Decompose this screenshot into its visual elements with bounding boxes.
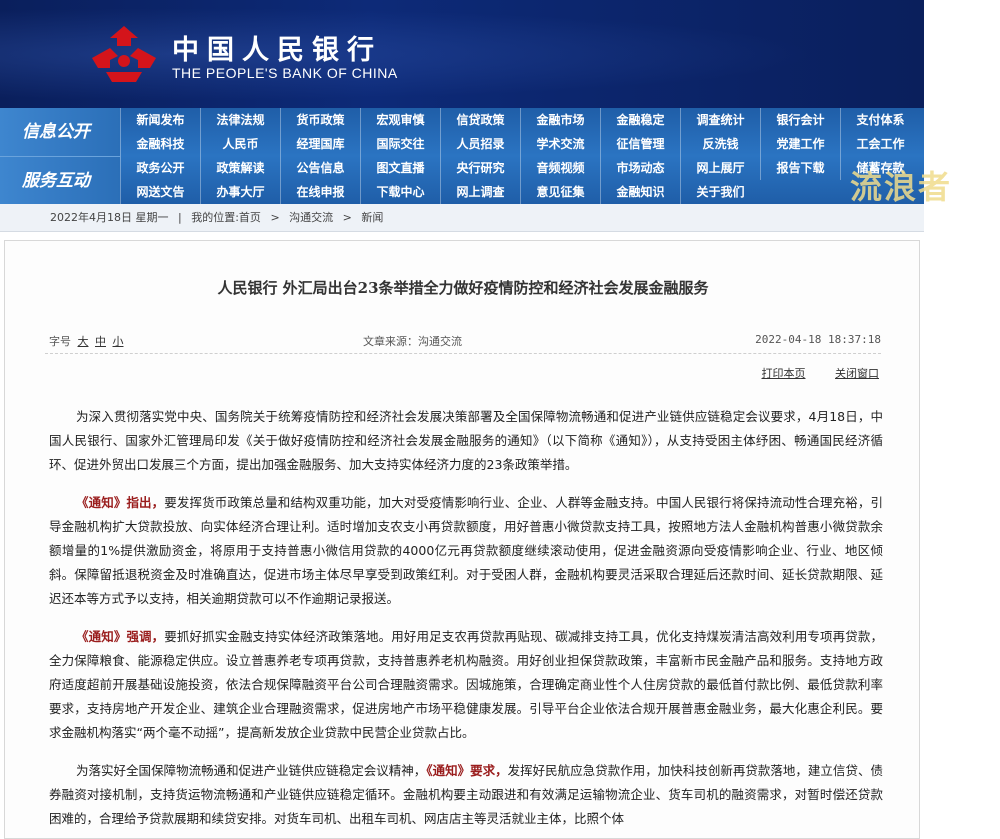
font-large-link[interactable]: 大 bbox=[78, 335, 89, 348]
nav-link[interactable]: 新闻发布 bbox=[120, 108, 200, 132]
nav-row: 金融科技 人民币 经理国库 国际交往 人员招录 学术交流 征信管理 反洗钱 党建… bbox=[120, 132, 924, 156]
site-banner: 中国人民银行 THE PEOPLE'S BANK OF CHINA bbox=[0, 0, 924, 108]
breadcrumb-level1[interactable]: 沟通交流 bbox=[289, 211, 333, 224]
nav-grid-service: 政务公开 政策解读 公告信息 图文直播 央行研究 音频视频 市场动态 网上展厅 … bbox=[120, 156, 924, 204]
breadcrumb: 2022年4月18日 星期一 | 我的位置:首页 > 沟通交流 > 新闻 bbox=[0, 204, 924, 232]
nav-section-info[interactable]: 信息公开 bbox=[0, 108, 120, 156]
font-small-link[interactable]: 小 bbox=[113, 335, 124, 348]
nav-link[interactable]: 网送文告 bbox=[120, 180, 200, 204]
article-date: 2022-04-18 18:37:18 bbox=[755, 333, 881, 346]
nav-link[interactable]: 学术交流 bbox=[520, 132, 600, 156]
nav-link[interactable]: 金融稳定 bbox=[600, 108, 680, 132]
paragraph: 为深入贯彻落实党中央、国务院关于统筹疫情防控和经济社会发展决策部署及全国保障物流… bbox=[49, 409, 883, 472]
article-meta: 字号 大 中 小 文章来源：沟通交流 2022-04-18 18:37:18 bbox=[49, 333, 881, 351]
nav-link[interactable]: 政策解读 bbox=[200, 156, 280, 180]
breadcrumb-level2[interactable]: 新闻 bbox=[361, 211, 383, 224]
nav-link[interactable]: 人民币 bbox=[200, 132, 280, 156]
nav-link[interactable]: 下载中心 bbox=[360, 180, 440, 204]
breadcrumb-separator: | bbox=[178, 211, 182, 224]
nav-link[interactable]: 金融科技 bbox=[120, 132, 200, 156]
nav-link[interactable]: 音频视频 bbox=[520, 156, 600, 180]
main-nav: 信息公开 服务互动 新闻发布 法律法规 货币政策 宏观审慎 信贷政策 金融市场 … bbox=[0, 108, 924, 204]
nav-link[interactable]: 工会工作 bbox=[840, 132, 920, 156]
nav-link[interactable]: 人员招录 bbox=[440, 132, 520, 156]
highlight-text: 《通知》指出， bbox=[76, 495, 165, 510]
article-body: 为深入贯彻落实党中央、国务院关于统筹疫情防控和经济社会发展决策部署及全国保障物流… bbox=[49, 405, 883, 839]
font-size-label: 字号 bbox=[49, 335, 71, 348]
nav-link[interactable]: 货币政策 bbox=[280, 108, 360, 132]
paragraph: 为落实好全国保障物流畅通和促进产业链供应链稳定会议精神，《通知》要求，发挥好民航… bbox=[49, 759, 883, 831]
watermark-text: 流浪者 bbox=[850, 168, 953, 206]
nav-link[interactable]: 公告信息 bbox=[280, 156, 360, 180]
nav-link[interactable]: 调查统计 bbox=[680, 108, 760, 132]
nav-link[interactable]: 信贷政策 bbox=[440, 108, 520, 132]
nav-link[interactable]: 政务公开 bbox=[120, 156, 200, 180]
nav-row: 新闻发布 法律法规 货币政策 宏观审慎 信贷政策 金融市场 金融稳定 调查统计 … bbox=[120, 108, 924, 132]
nav-row: 政务公开 政策解读 公告信息 图文直播 央行研究 音频视频 市场动态 网上展厅 … bbox=[120, 156, 924, 180]
nav-link[interactable]: 报告下载 bbox=[760, 156, 840, 180]
nav-link[interactable]: 市场动态 bbox=[600, 156, 680, 180]
nav-link[interactable]: 国际交往 bbox=[360, 132, 440, 156]
nav-link[interactable]: 网上调查 bbox=[440, 180, 520, 204]
close-window-link[interactable]: 关闭窗口 bbox=[835, 367, 879, 380]
nav-link[interactable]: 支付体系 bbox=[840, 108, 920, 132]
nav-link[interactable]: 法律法规 bbox=[200, 108, 280, 132]
nav-link[interactable]: 反洗钱 bbox=[680, 132, 760, 156]
nav-link[interactable]: 宏观审慎 bbox=[360, 108, 440, 132]
nav-link[interactable]: 经理国库 bbox=[280, 132, 360, 156]
nav-link[interactable]: 党建工作 bbox=[760, 132, 840, 156]
nav-link[interactable]: 意见征集 bbox=[520, 180, 600, 204]
paragraph-text: 为落实好全国保障物流畅通和促进产业链供应链稳定会议精神， bbox=[76, 763, 427, 778]
font-medium-link[interactable]: 中 bbox=[95, 335, 106, 348]
nav-link[interactable]: 图文直播 bbox=[360, 156, 440, 180]
paragraph: 《通知》指出，要发挥货币政策总量和结构双重功能，加大对受疫情影响行业、企业、人群… bbox=[49, 491, 883, 611]
bank-name-en: THE PEOPLE'S BANK OF CHINA bbox=[172, 65, 398, 81]
nav-link[interactable]: 金融市场 bbox=[520, 108, 600, 132]
nav-link[interactable]: 金融知识 bbox=[600, 180, 680, 204]
nav-row: 网送文告 办事大厅 在线申报 下载中心 网上调查 意见征集 金融知识 关于我们 bbox=[120, 180, 924, 204]
current-date: 2022年4月18日 星期一 bbox=[50, 211, 169, 224]
article-title: 人民银行 外汇局出台23条举措全力做好疫情防控和经济社会发展金融服务 bbox=[217, 279, 709, 297]
divider bbox=[45, 353, 881, 354]
article-source: 文章来源：沟通交流 bbox=[363, 335, 462, 348]
nav-link[interactable]: 关于我们 bbox=[680, 180, 760, 204]
chevron-right-icon: > bbox=[270, 211, 280, 224]
print-link[interactable]: 打印本页 bbox=[762, 367, 806, 380]
font-size-control: 字号 大 中 小 bbox=[49, 333, 124, 349]
nav-link[interactable]: 征信管理 bbox=[600, 132, 680, 156]
highlight-text: 《通知》强调， bbox=[76, 629, 165, 644]
nav-link[interactable]: 央行研究 bbox=[440, 156, 520, 180]
nav-link[interactable]: 银行会计 bbox=[760, 108, 840, 132]
paragraph-text: 要抓好抓实金融支持实体经济政策落地。用好用足支农再贷款再贴现、碳减排支持工具，优… bbox=[49, 629, 883, 740]
highlight-text: 《通知》要求， bbox=[426, 763, 508, 778]
bank-name-cn: 中国人民银行 bbox=[172, 35, 382, 66]
chevron-right-icon: > bbox=[342, 211, 352, 224]
nav-link[interactable]: 在线申报 bbox=[280, 180, 360, 204]
paragraph: 《通知》强调，要抓好抓实金融支持实体经济政策落地。用好用足支农再贷款再贴现、碳减… bbox=[49, 625, 883, 745]
nav-link[interactable]: 办事大厅 bbox=[200, 180, 280, 204]
article-actions: 打印本页 关闭窗口 bbox=[736, 365, 880, 381]
nav-grid-info: 新闻发布 法律法规 货币政策 宏观审慎 信贷政策 金融市场 金融稳定 调查统计 … bbox=[120, 108, 924, 156]
paragraph-text: 要发挥货币政策总量和结构双重功能，加大对受疫情影响行业、企业、人群等金融支持。中… bbox=[49, 495, 883, 606]
breadcrumb-home[interactable]: 我的位置:首页 bbox=[191, 211, 261, 224]
pboc-logo-icon[interactable] bbox=[88, 24, 160, 86]
article-panel: 人民银行 外汇局出台23条举措全力做好疫情防控和经济社会发展金融服务 字号 大 … bbox=[4, 240, 920, 839]
nav-section-service[interactable]: 服务互动 bbox=[0, 156, 120, 204]
nav-link[interactable]: 网上展厅 bbox=[680, 156, 760, 180]
